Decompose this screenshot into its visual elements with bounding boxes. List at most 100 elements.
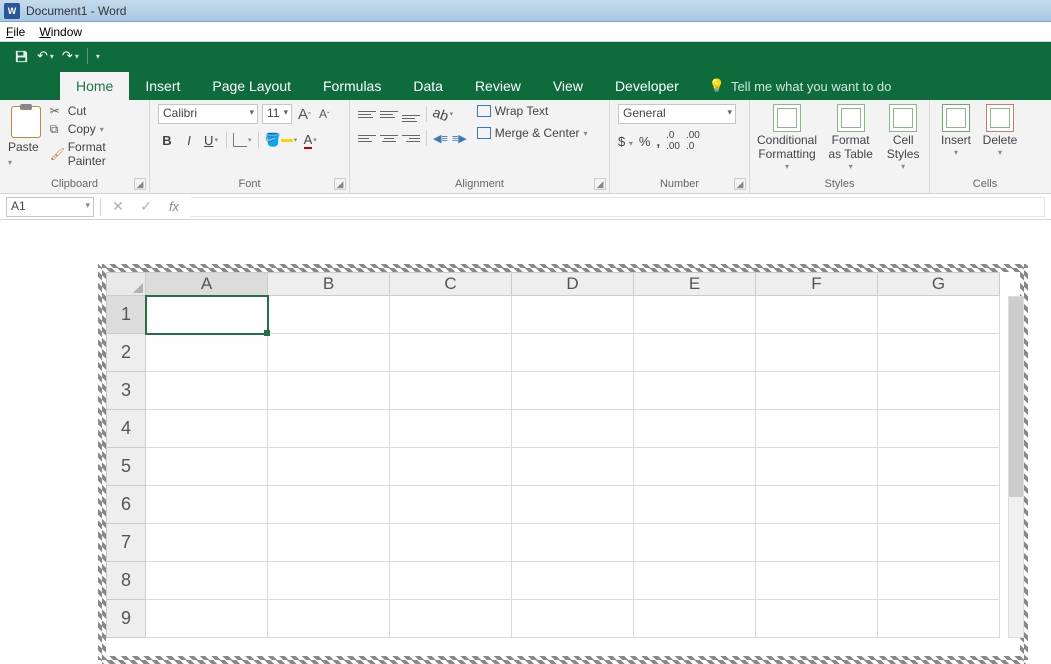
merge-center-button[interactable]: Merge & Center ▾ [477,126,588,140]
tell-me-search[interactable]: 💡 Tell me what you want to do [709,78,892,100]
row-header-7[interactable]: 7 [106,524,146,562]
fill-color-button[interactable]: 🪣▾ [265,130,298,150]
cell-C5[interactable] [390,448,512,486]
cell-A3[interactable] [146,372,268,410]
cell-B3[interactable] [268,372,390,410]
tab-review[interactable]: Review [459,72,537,100]
cell-E1[interactable] [634,296,756,334]
font-dialog-launcher[interactable]: ◢ [334,178,346,190]
cell-C1[interactable] [390,296,512,334]
cell-D3[interactable] [512,372,634,410]
cell-C8[interactable] [390,562,512,600]
cell-G4[interactable] [878,410,1000,448]
cell-F5[interactable] [756,448,878,486]
cell-C3[interactable] [390,372,512,410]
row-header-1[interactable]: 1 [106,296,146,334]
wrap-text-button[interactable]: Wrap Text [477,104,588,118]
cell-G2[interactable] [878,334,1000,372]
insert-cells-button[interactable]: Insert▾ [938,104,974,157]
percent-button[interactable]: % [639,134,651,149]
scrollbar-thumb[interactable] [1009,297,1023,497]
vertical-scrollbar[interactable] [1008,296,1024,638]
bold-button[interactable]: B [158,130,176,150]
cell-G1[interactable] [878,296,1000,334]
increase-decimal-button[interactable]: .0.00 [666,130,680,152]
align-right-button[interactable] [402,130,420,146]
cell-D1[interactable] [512,296,634,334]
cell-C9[interactable] [390,600,512,638]
row-header-9[interactable]: 9 [106,600,146,638]
cell-B7[interactable] [268,524,390,562]
cell-D4[interactable] [512,410,634,448]
qat-customize[interactable]: ▾ [96,52,100,61]
font-color-button[interactable]: A▾ [301,130,319,150]
column-header-D[interactable]: D [512,272,634,296]
orientation-button[interactable]: ab▾ [433,104,453,124]
number-dialog-launcher[interactable]: ◢ [734,178,746,190]
cell-F1[interactable] [756,296,878,334]
cell-F9[interactable] [756,600,878,638]
row-header-2[interactable]: 2 [106,334,146,372]
align-left-button[interactable] [358,130,376,146]
cell-G5[interactable] [878,448,1000,486]
align-center-button[interactable] [380,130,398,146]
cell-A1[interactable] [146,296,268,334]
cell-D2[interactable] [512,334,634,372]
row-header-8[interactable]: 8 [106,562,146,600]
cancel-formula-button[interactable]: ✕ [107,198,129,215]
menu-file[interactable]: File [6,25,25,39]
row-header-3[interactable]: 3 [106,372,146,410]
conditional-formatting-button[interactable]: Conditional Formatting▾ [758,104,816,171]
insert-function-button[interactable]: fx [163,199,185,214]
cell-E6[interactable] [634,486,756,524]
tab-view[interactable]: View [537,72,599,100]
alignment-dialog-launcher[interactable]: ◢ [594,178,606,190]
cell-A5[interactable] [146,448,268,486]
cell-A7[interactable] [146,524,268,562]
cell-D6[interactable] [512,486,634,524]
align-middle-button[interactable] [380,106,398,122]
row-header-5[interactable]: 5 [106,448,146,486]
cell-E9[interactable] [634,600,756,638]
tab-insert[interactable]: Insert [129,72,196,100]
column-header-C[interactable]: C [390,272,512,296]
tab-developer[interactable]: Developer [599,72,695,100]
align-top-button[interactable] [358,106,376,122]
cell-E4[interactable] [634,410,756,448]
cell-E5[interactable] [634,448,756,486]
comma-button[interactable]: , [656,134,660,149]
cell-F3[interactable] [756,372,878,410]
cell-G8[interactable] [878,562,1000,600]
tab-home[interactable]: Home [60,72,129,100]
borders-button[interactable]: ▾ [233,130,252,150]
cell-B9[interactable] [268,600,390,638]
cell-G9[interactable] [878,600,1000,638]
name-box[interactable]: A1 [6,197,94,217]
cell-F2[interactable] [756,334,878,372]
underline-button[interactable]: U▾ [202,130,220,150]
format-painter-button[interactable]: 🖌Format Painter [50,140,141,168]
cell-B1[interactable] [268,296,390,334]
redo-button[interactable]: ↷▾ [62,48,79,64]
cell-C4[interactable] [390,410,512,448]
format-as-table-button[interactable]: Format as Table▾ [826,104,875,171]
select-all-corner[interactable] [106,272,146,296]
cell-B6[interactable] [268,486,390,524]
column-header-E[interactable]: E [634,272,756,296]
cell-B4[interactable] [268,410,390,448]
currency-button[interactable]: $ ▾ [618,134,633,149]
cell-G3[interactable] [878,372,1000,410]
align-bottom-button[interactable] [402,106,420,122]
formula-input[interactable] [191,197,1045,217]
cell-F7[interactable] [756,524,878,562]
tab-data[interactable]: Data [397,72,459,100]
paste-button[interactable]: Paste ▾ [8,140,44,168]
embedded-object-border[interactable]: A B C D E F G 123456789 [98,264,1028,664]
cell-C2[interactable] [390,334,512,372]
cell-B5[interactable] [268,448,390,486]
cell-A9[interactable] [146,600,268,638]
column-header-F[interactable]: F [756,272,878,296]
cell-E8[interactable] [634,562,756,600]
save-button[interactable] [14,49,29,64]
undo-button[interactable]: ↶▾ [37,48,54,64]
